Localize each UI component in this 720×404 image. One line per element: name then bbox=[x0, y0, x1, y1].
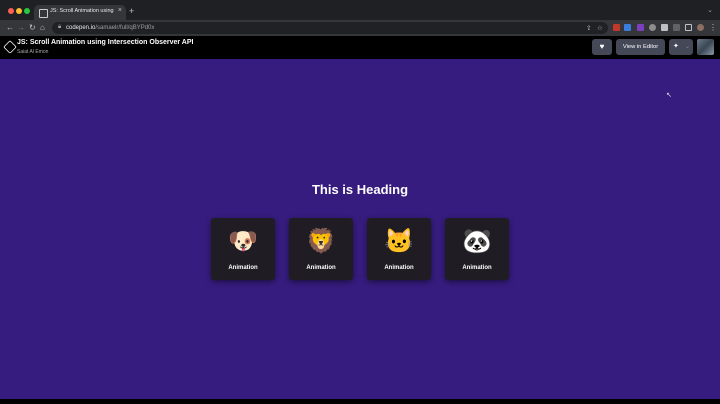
star-icon[interactable]: ☆ bbox=[597, 25, 603, 33]
maximize-window-button[interactable] bbox=[24, 8, 30, 14]
card-label: Animation bbox=[384, 265, 414, 271]
close-icon[interactable]: × bbox=[118, 7, 122, 14]
animation-card: 🦁 Animation bbox=[289, 218, 353, 280]
minimize-window-button[interactable] bbox=[16, 8, 22, 14]
dog-icon: 🐶 bbox=[228, 228, 258, 255]
lion-icon: 🦁 bbox=[306, 228, 336, 255]
share-icon[interactable]: ⇪ bbox=[586, 25, 591, 33]
address-bar[interactable]: 🔒︎ codepen.io/samaelr/full/qBYPd0x ⇪ ☆ bbox=[52, 22, 608, 34]
pin-button[interactable]: ✦ ⌄ bbox=[669, 39, 693, 55]
panda-icon: 🐼 bbox=[462, 228, 492, 255]
codepen-logo[interactable] bbox=[3, 40, 17, 54]
avatar[interactable] bbox=[697, 39, 714, 55]
browser-toolbar: ← → ↻ ⌂ 🔒︎ codepen.io/samaelr/full/qBYPd… bbox=[0, 20, 720, 36]
reload-icon[interactable]: ↻ bbox=[29, 22, 36, 34]
lock-icon[interactable]: 🔒︎ bbox=[58, 24, 61, 31]
tab-title: JS: Scroll Animation using Inte... bbox=[50, 8, 114, 14]
back-icon[interactable]: ← bbox=[6, 22, 14, 34]
new-tab-button[interactable]: + bbox=[129, 5, 134, 17]
profile-icon[interactable] bbox=[697, 24, 704, 31]
url-text: codepen.io/samaelr/full/qBYPd0x bbox=[66, 25, 155, 31]
page-heading: This is Heading bbox=[311, 182, 409, 197]
extension-icon[interactable] bbox=[673, 24, 680, 31]
animation-card: 🐶 Animation bbox=[211, 218, 275, 280]
pen-title: JS: Scroll Animation using Intersection … bbox=[17, 39, 194, 46]
card-label: Animation bbox=[228, 265, 258, 271]
codepen-header: JS: Scroll Animation using Intersection … bbox=[0, 36, 720, 59]
sidebar-icon[interactable] bbox=[685, 24, 692, 31]
close-window-button[interactable] bbox=[8, 8, 14, 14]
animation-card: 🐱 Animation bbox=[367, 218, 431, 280]
pen-author[interactable]: Saiat Al Emon bbox=[17, 49, 48, 55]
animation-card: 🐼 Animation bbox=[445, 218, 509, 280]
browser-tabstrip: JS: Scroll Animation using Inte... × + ⌄ bbox=[0, 0, 720, 20]
card-label: Animation bbox=[306, 265, 336, 271]
extension-icon[interactable] bbox=[624, 24, 631, 31]
menu-icon[interactable]: ⋮ bbox=[709, 22, 717, 34]
cursor-icon: ↖ bbox=[666, 92, 672, 99]
forward-icon[interactable]: → bbox=[17, 22, 25, 34]
view-in-editor-button[interactable]: View in Editor bbox=[616, 39, 665, 55]
window-bottom-edge bbox=[0, 399, 720, 404]
extension-icon[interactable] bbox=[613, 24, 620, 31]
codepen-favicon-icon bbox=[39, 9, 48, 18]
puzzle-icon[interactable] bbox=[661, 24, 668, 31]
tab-search-icon[interactable]: ⌄ bbox=[707, 6, 713, 14]
extension-icon[interactable] bbox=[637, 24, 644, 31]
cat-icon: 🐱 bbox=[384, 228, 414, 255]
heart-icon: ♥ bbox=[599, 42, 605, 51]
pin-icon: ✦ bbox=[673, 43, 679, 50]
heart-button[interactable]: ♥ bbox=[592, 39, 612, 55]
card-label: Animation bbox=[462, 265, 492, 271]
browser-tab[interactable]: JS: Scroll Animation using Inte... × bbox=[34, 5, 126, 20]
pen-preview: This is Heading 🐶 Animation 🦁 Animation … bbox=[0, 59, 720, 399]
home-icon[interactable]: ⌂ bbox=[40, 22, 45, 34]
extension-icon[interactable] bbox=[649, 24, 656, 31]
chevron-down-icon[interactable]: ⌄ bbox=[685, 39, 690, 55]
